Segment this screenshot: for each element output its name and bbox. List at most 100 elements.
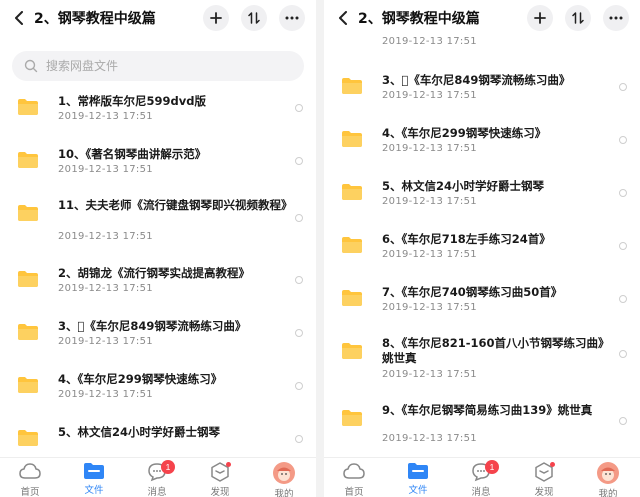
add-button[interactable] xyxy=(203,5,229,31)
chevron-left-icon xyxy=(339,11,347,25)
select-radio[interactable] xyxy=(295,382,303,390)
search-input[interactable] xyxy=(46,59,286,73)
file-date: 2019-12-13 17:51 xyxy=(58,231,153,242)
cloud-home-icon xyxy=(343,463,365,479)
select-radio[interactable] xyxy=(619,136,627,144)
file-date: 2019-12-13 17:51 xyxy=(58,283,153,294)
bottom-navigation: 首页 文件 1 消息 发现 我的 xyxy=(324,457,640,497)
folder-icon xyxy=(342,237,362,253)
sort-icon xyxy=(572,12,584,24)
nav-files[interactable]: 文件 xyxy=(74,462,114,497)
file-list-item[interactable]: 4、《车尔尼299钢琴快速练习》 2019-12-13 17:51 xyxy=(0,370,316,410)
bottom-navigation: 首页 文件 1 消息 发现 我的 xyxy=(0,457,316,497)
file-date: 2019-12-13 17:51 xyxy=(382,196,477,207)
file-date: 2019-12-13 17:51 xyxy=(382,90,477,101)
file-date: 2019-12-13 17:51 xyxy=(382,249,477,260)
file-date: 2019-12-13 17:51 xyxy=(382,36,477,47)
select-radio[interactable] xyxy=(295,214,303,222)
file-name: 6、《车尔尼718左手练习24首》 xyxy=(382,232,551,246)
file-name: 5、林文信24小时学好爵士钢琴 xyxy=(382,179,545,193)
nav-label: 发现 xyxy=(534,487,554,497)
select-radio[interactable] xyxy=(295,104,303,112)
file-list-item[interactable]: 5、林文信24小时学好爵士钢琴 2019-12-13 17:51 xyxy=(324,175,640,215)
file-list-item[interactable]: 1、常桦版车尔尼599dvd版 2019-12-13 17:51 xyxy=(0,92,316,132)
file-date: 2019-12-13 17:51 xyxy=(58,389,153,400)
select-radio[interactable] xyxy=(295,435,303,443)
file-date: 2019-12-13 17:51 xyxy=(382,143,477,154)
folder-icon xyxy=(342,290,362,306)
select-radio[interactable] xyxy=(295,276,303,284)
nav-files[interactable]: 文件 xyxy=(398,462,438,497)
file-list-item[interactable]: 3、 《车尔尼849钢琴流畅练习曲》 2019-12-13 17:51 xyxy=(324,69,640,109)
nav-label: 发现 xyxy=(210,487,230,497)
select-radio[interactable] xyxy=(619,83,627,91)
top-bar: 2、钢琴教程中级篇 xyxy=(0,0,316,36)
plus-icon xyxy=(210,12,222,24)
select-radio[interactable] xyxy=(619,295,627,303)
more-button[interactable] xyxy=(603,5,629,31)
folder-icon xyxy=(18,377,38,393)
chevron-left-icon xyxy=(15,11,23,25)
select-radio[interactable] xyxy=(619,417,627,425)
select-radio[interactable] xyxy=(619,350,627,358)
file-list-item[interactable]: 6、《车尔尼718左手练习24首》 2019-12-13 17:51 xyxy=(324,228,640,268)
sort-button[interactable] xyxy=(565,5,591,31)
discover-badge-dot xyxy=(550,462,555,467)
nav-label: 消息 xyxy=(147,487,167,497)
folder-icon xyxy=(342,410,362,426)
nav-profile[interactable]: 我的 xyxy=(588,462,628,497)
file-name: 4、《车尔尼299钢琴快速练习》 xyxy=(382,126,547,140)
discover-badge-dot xyxy=(226,462,231,467)
nav-label: 首页 xyxy=(344,487,364,497)
message-badge: 1 xyxy=(485,460,499,474)
avatar-icon xyxy=(273,462,295,484)
file-list-item[interactable]: 2、胡锦龙《流行钢琴实战提高教程》 2019-12-13 17:51 xyxy=(0,264,316,304)
file-list-item[interactable]: 7、《车尔尼740钢琴练习曲50首》 2019-12-13 17:51 xyxy=(324,281,640,321)
nav-messages[interactable]: 1 消息 xyxy=(461,460,501,497)
nav-label: 文件 xyxy=(408,485,428,496)
nav-profile[interactable]: 我的 xyxy=(264,462,304,497)
select-radio[interactable] xyxy=(295,157,303,165)
folder-icon xyxy=(18,430,38,446)
file-list-item[interactable]: 4、《车尔尼299钢琴快速练习》 2019-12-13 17:51 xyxy=(324,122,640,162)
file-name: 1、常桦版车尔尼599dvd版 xyxy=(58,94,206,108)
search-bar[interactable] xyxy=(12,51,304,81)
file-date: 2019-12-13 17:51 xyxy=(58,336,153,347)
file-list-item[interactable]: 5、林文信24小时学好爵士钢琴 xyxy=(0,423,316,449)
file-list-item[interactable]: 11、夫夫老师《流行键盘钢琴即兴视频教程》 2019-12-13 17:51 xyxy=(0,198,316,246)
file-list-item[interactable]: 9、《车尔尼钢琴简易练习曲139》姚世真 2019-12-13 17:51 xyxy=(324,401,640,451)
back-button[interactable] xyxy=(334,8,354,28)
message-badge: 1 xyxy=(161,460,175,474)
more-dots-icon xyxy=(285,16,299,20)
select-radio[interactable] xyxy=(295,329,303,337)
file-name: 8、《车尔尼821-160首八小节钢琴练习曲》姚世真 xyxy=(382,336,610,365)
top-bar: 2、钢琴教程中级篇 xyxy=(324,0,640,36)
select-radio[interactable] xyxy=(619,189,627,197)
nav-label: 消息 xyxy=(471,487,491,497)
nav-home[interactable]: 首页 xyxy=(10,462,50,497)
file-list-item[interactable]: 10、《著名钢琴曲讲解示范》 2019-12-13 17:51 xyxy=(0,145,316,185)
file-list-item[interactable]: 3、 《车尔尼849钢琴流畅练习曲》 2019-12-13 17:51 xyxy=(0,317,316,357)
search-icon xyxy=(24,59,38,73)
plus-icon xyxy=(534,12,546,24)
avatar-icon xyxy=(597,462,619,484)
folder-icon xyxy=(18,205,38,221)
select-radio[interactable] xyxy=(619,242,627,250)
nav-discover[interactable]: 发现 xyxy=(200,462,240,497)
nav-home[interactable]: 首页 xyxy=(334,462,374,497)
sort-button[interactable] xyxy=(241,5,267,31)
file-list-item[interactable]: 8、《车尔尼821-160首八小节钢琴练习曲》姚世真 2019-12-13 17… xyxy=(324,334,640,384)
folder-icon xyxy=(342,184,362,200)
screen-divider xyxy=(316,0,324,497)
cloud-home-icon xyxy=(19,463,41,479)
file-name: 2、胡锦龙《流行钢琴实战提高教程》 xyxy=(58,266,250,280)
nav-label: 我的 xyxy=(598,489,618,497)
back-button[interactable] xyxy=(10,8,30,28)
add-button[interactable] xyxy=(527,5,553,31)
nav-discover[interactable]: 发现 xyxy=(524,462,564,497)
file-date: 2019-12-13 17:51 xyxy=(58,111,153,122)
file-date: 2019-12-13 17:51 xyxy=(382,302,477,313)
more-button[interactable] xyxy=(279,5,305,31)
nav-messages[interactable]: 1 消息 xyxy=(137,460,177,497)
file-name: 4、《车尔尼299钢琴快速练习》 xyxy=(58,372,223,386)
